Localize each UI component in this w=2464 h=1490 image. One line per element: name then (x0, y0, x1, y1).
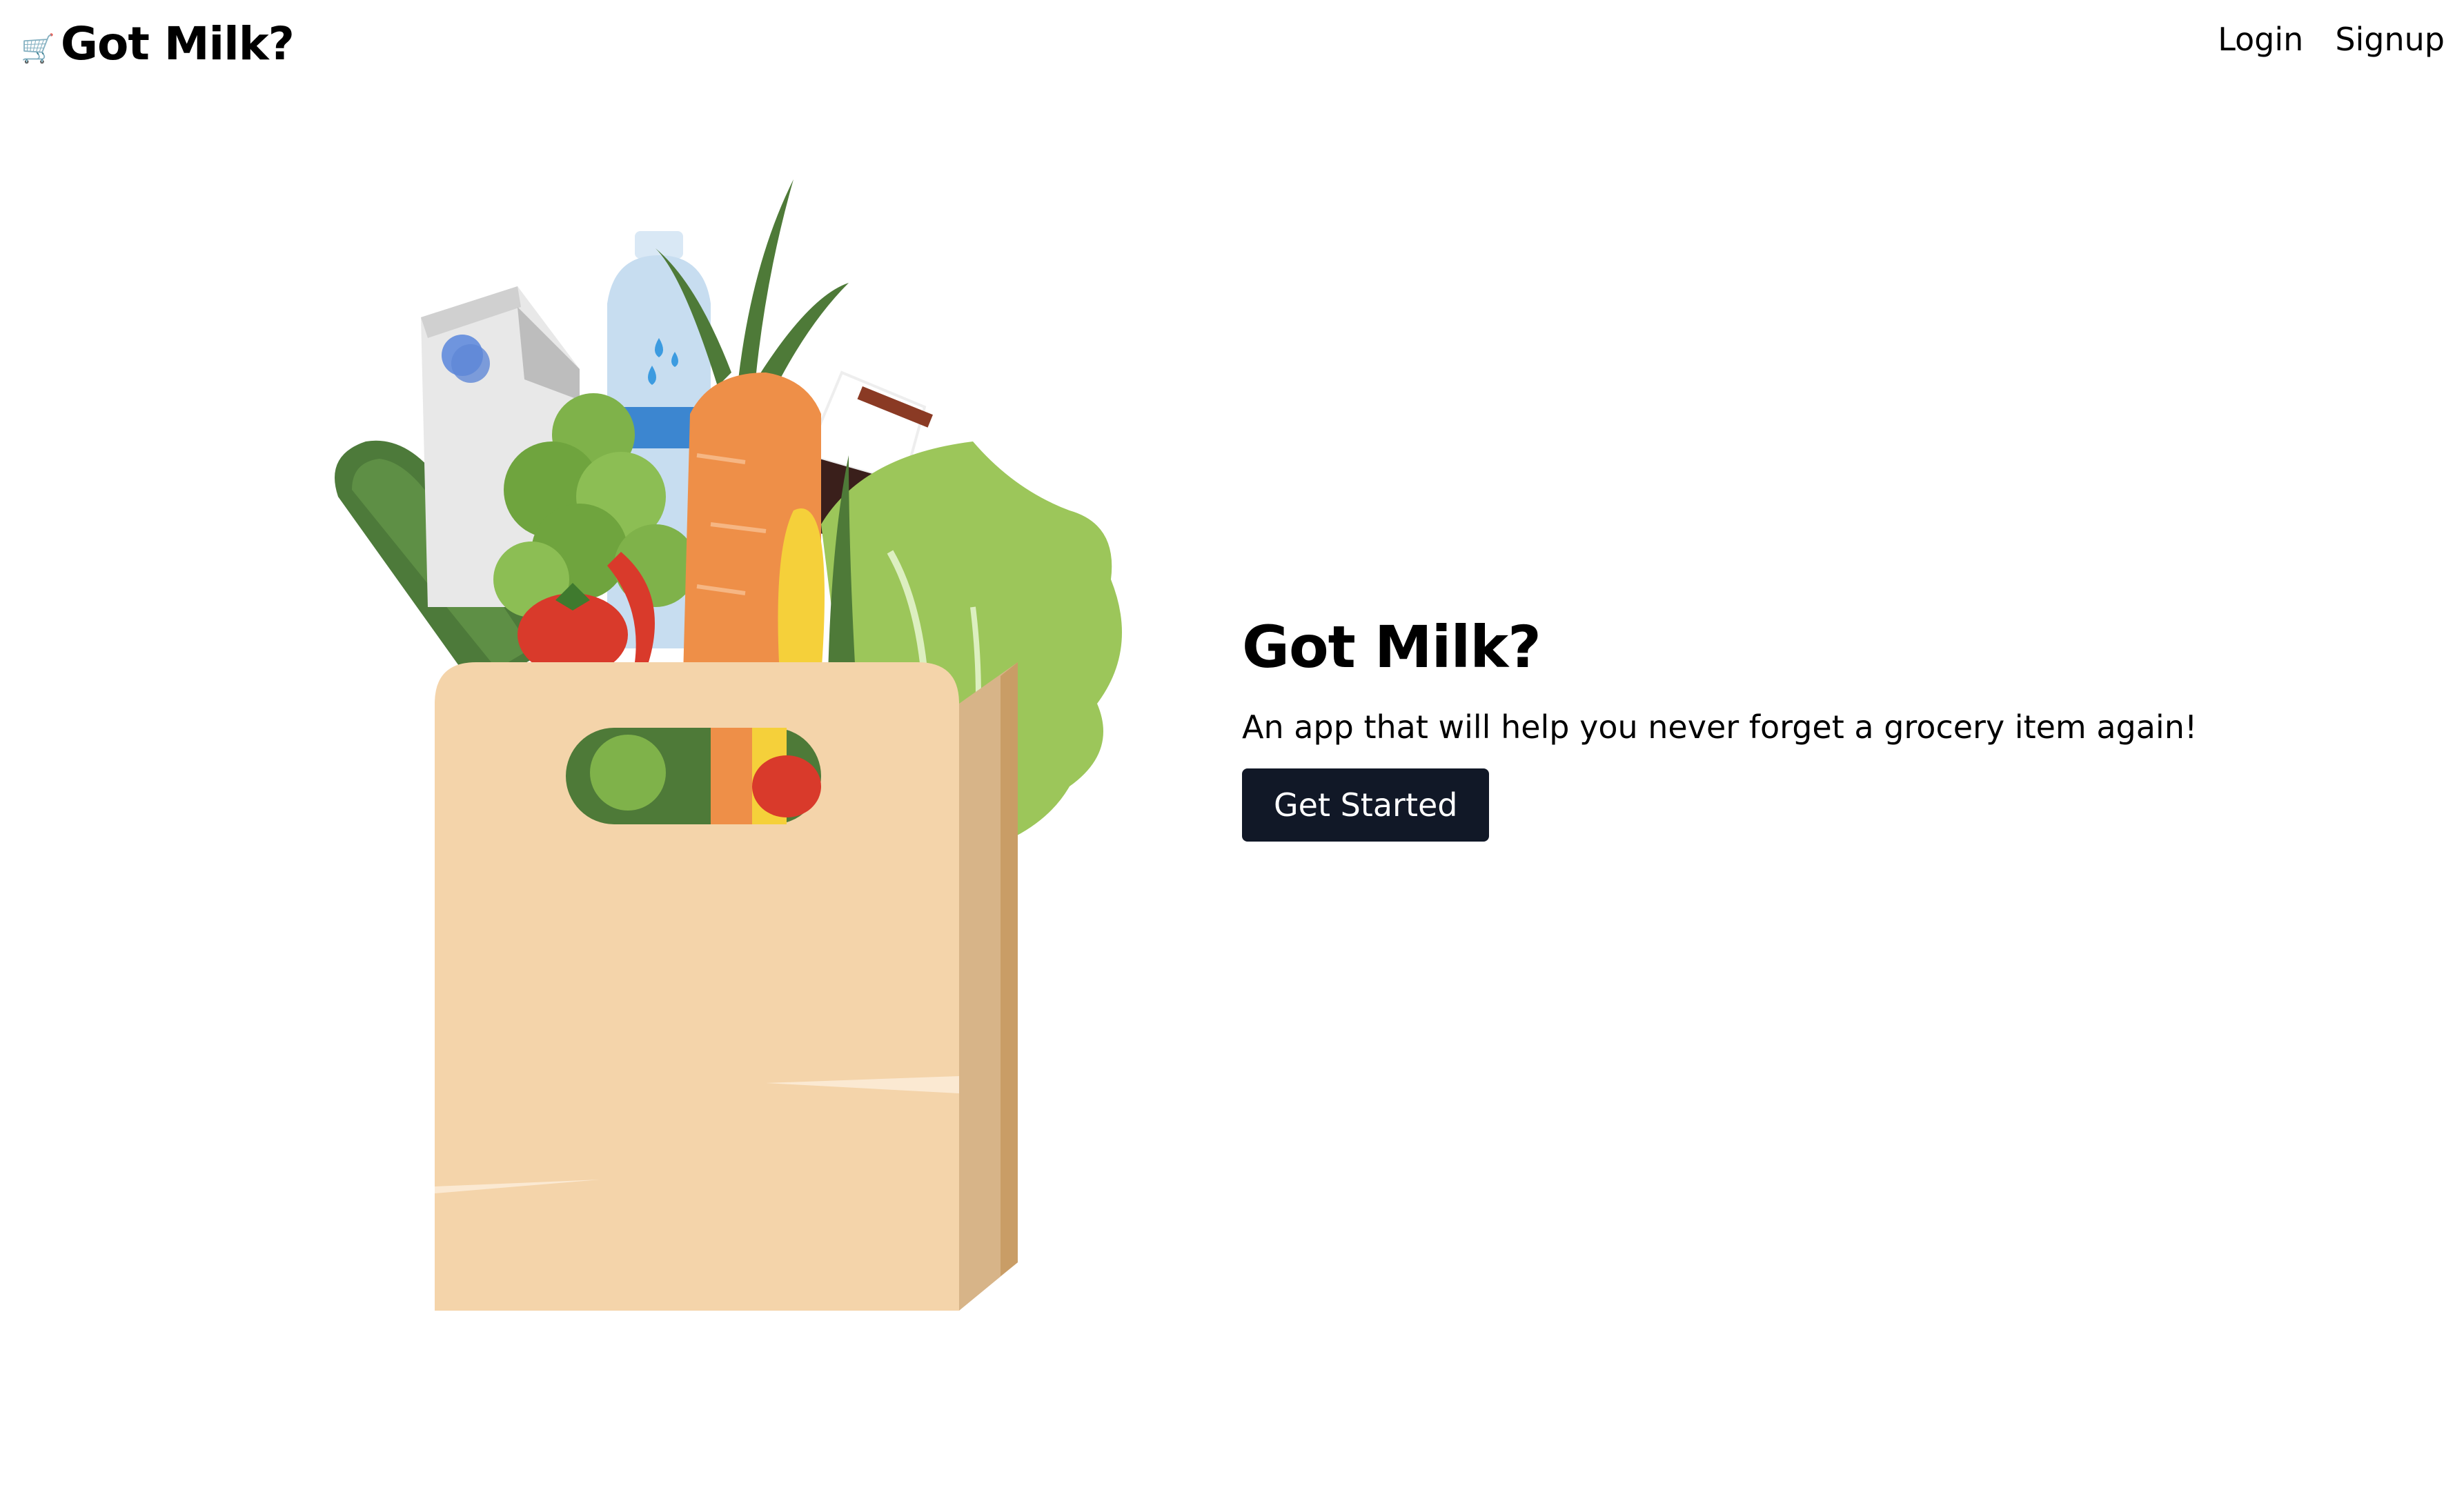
brand-title: Got Milk? (60, 17, 295, 70)
nav-links: Login Signup (2218, 21, 2445, 59)
bag-handle-hole (566, 728, 821, 824)
brand-link[interactable]: 🛒 Got Milk? (21, 17, 295, 70)
signup-link[interactable]: Signup (2335, 21, 2445, 59)
shopping-cart-icon: 🛒 (21, 32, 55, 65)
hero-subtitle: An app that will help you never forget a… (1242, 708, 2198, 746)
landing-page: 🛒 Got Milk? Login Signup Got Milk? An ap… (0, 0, 2464, 1490)
hero-title: Got Milk? (1242, 613, 1541, 681)
get-started-button[interactable]: Get Started (1242, 768, 1490, 842)
hero-section: Got Milk? An app that will help you neve… (1242, 614, 2415, 842)
grocery-bag-illustration (335, 179, 1122, 1311)
navbar: 🛒 Got Milk? Login Signup (0, 0, 2464, 103)
login-link[interactable]: Login (2218, 21, 2303, 59)
